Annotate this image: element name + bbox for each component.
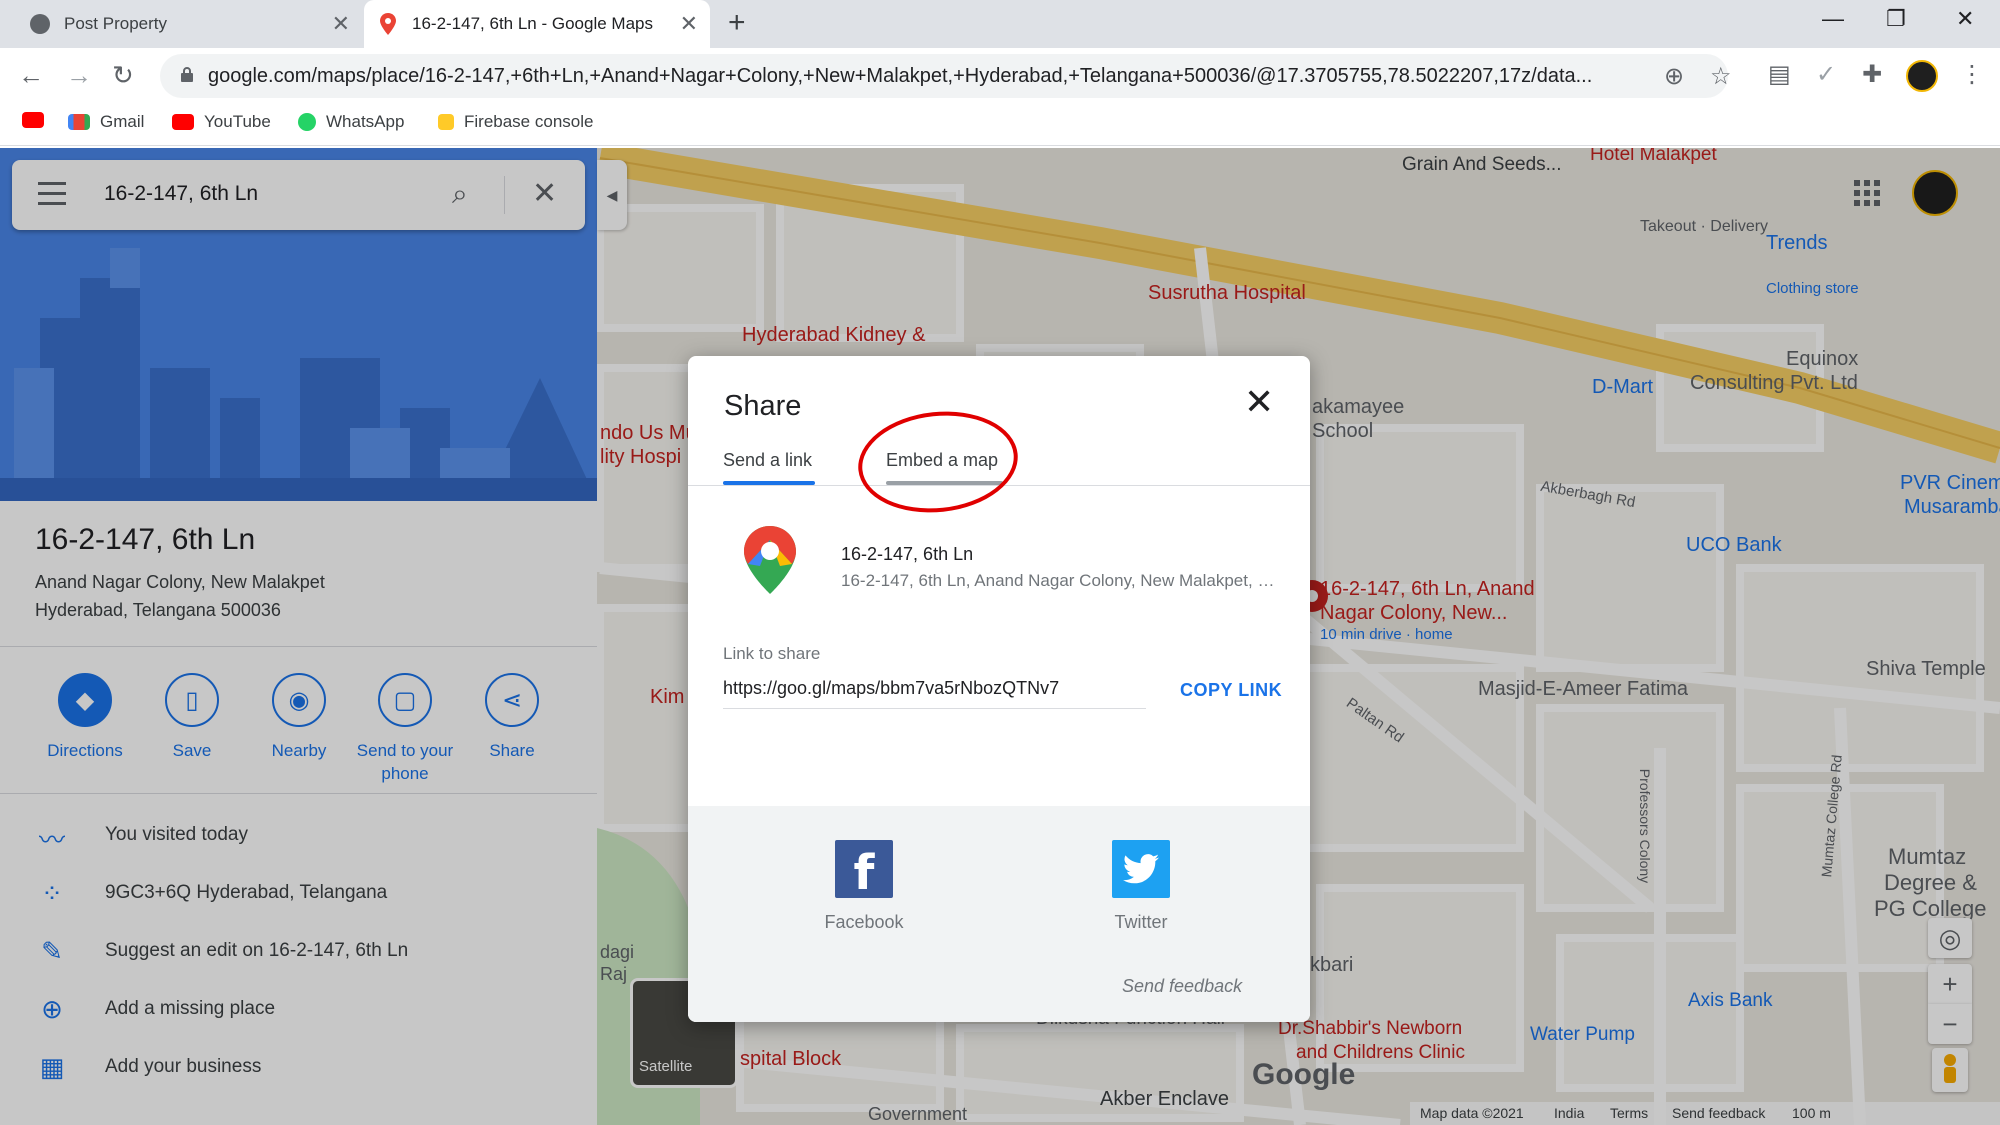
tab-post-property[interactable]: Post Property ✕ — [16, 0, 362, 48]
minimize-icon[interactable]: — — [1822, 6, 1844, 32]
extension-check-icon[interactable]: ✓ — [1816, 60, 1836, 89]
facebook-share-button[interactable]: f Facebook — [794, 840, 934, 933]
tab-send-a-link[interactable]: Send a link — [723, 450, 812, 471]
close-icon[interactable]: ✕ — [1244, 382, 1274, 422]
new-tab-button[interactable]: + — [728, 8, 746, 38]
browser-tab-bar: Post Property ✕ 16-2-147, 6th Ln - Googl… — [0, 0, 2000, 48]
bookmarks-bar: Gmail YouTube WhatsApp Firebase console — [0, 104, 2000, 146]
close-tab-icon[interactable]: ✕ — [332, 13, 350, 35]
send-feedback-link[interactable]: Send feedback — [1122, 976, 1242, 997]
url-text: google.com/maps/place/16-2-147,+6th+Ln,+… — [208, 65, 1593, 87]
reload-icon[interactable]: ↻ — [112, 60, 134, 90]
youtube-icon — [172, 114, 194, 130]
extensions-puzzle-icon[interactable]: ✚ — [1862, 60, 1882, 89]
twitter-share-button[interactable]: Twitter — [1071, 840, 1211, 933]
annotation-circle — [853, 403, 1023, 521]
forward-icon[interactable]: → — [66, 60, 92, 90]
tab-google-maps[interactable]: 16-2-147, 6th Ln - Google Maps ✕ — [364, 0, 710, 48]
whatsapp-icon — [298, 113, 316, 131]
profile-avatar[interactable] — [1906, 60, 1938, 92]
bookmark-firebase[interactable]: Firebase console — [438, 112, 593, 132]
bookmark-whatsapp[interactable]: WhatsApp — [298, 112, 404, 132]
install-icon[interactable]: ⊕ — [1664, 62, 1684, 91]
bookmark-youtube[interactable]: YouTube — [172, 112, 271, 132]
extension-doc-icon[interactable]: ▤ — [1768, 60, 1791, 89]
tab-title: Post Property — [64, 14, 167, 33]
browser-toolbar: ← → ↻ google.com/maps/place/16-2-147,+6t… — [0, 48, 2000, 104]
globe-icon — [30, 14, 50, 34]
dialog-title: Share — [724, 390, 802, 422]
lock-icon — [181, 67, 193, 82]
firebase-icon — [438, 114, 454, 130]
bookmark-star-icon[interactable]: ☆ — [1710, 62, 1732, 91]
address-bar[interactable]: google.com/maps/place/16-2-147,+6th+Ln,+… — [160, 54, 1732, 98]
back-icon[interactable]: ← — [18, 60, 44, 90]
share-place-name: 16-2-147, 6th Ln — [841, 544, 974, 564]
copy-link-button[interactable]: COPY LINK — [1180, 680, 1282, 701]
link-field-underline — [723, 708, 1146, 709]
gmail-icon — [68, 114, 90, 130]
more-menu-icon[interactable]: ⋮ — [1960, 60, 1984, 89]
restore-icon[interactable]: ❐ — [1886, 6, 1906, 32]
share-place-address: 16-2-147, 6th Ln, Anand Nagar Colony, Ne… — [841, 571, 1281, 590]
bookmark-gmail[interactable]: Gmail — [68, 112, 144, 132]
bookmark-youtube-icon[interactable] — [22, 112, 54, 128]
share-footer: f Facebook Twitter Send feedback — [688, 806, 1310, 1022]
tab-title: 16-2-147, 6th Ln - Google Maps — [412, 14, 653, 33]
maps-pin-icon — [744, 526, 796, 594]
twitter-bird-icon — [1112, 840, 1170, 898]
link-to-share-label: Link to share — [723, 644, 821, 663]
close-tab-icon[interactable]: ✕ — [680, 13, 698, 35]
map-area[interactable]: Grain And Seeds... Hotel Malakpet Takeou… — [0, 148, 2000, 1125]
facebook-icon: f — [835, 840, 893, 901]
share-link-field[interactable]: https://goo.gl/maps/bbm7va5rNbozQTNv7 — [723, 678, 1059, 699]
share-dialog: Share ✕ Send a link Embed a map 16-2-147… — [688, 356, 1310, 1022]
close-window-icon[interactable]: ✕ — [1956, 6, 1974, 32]
maps-pin-icon — [378, 13, 398, 35]
